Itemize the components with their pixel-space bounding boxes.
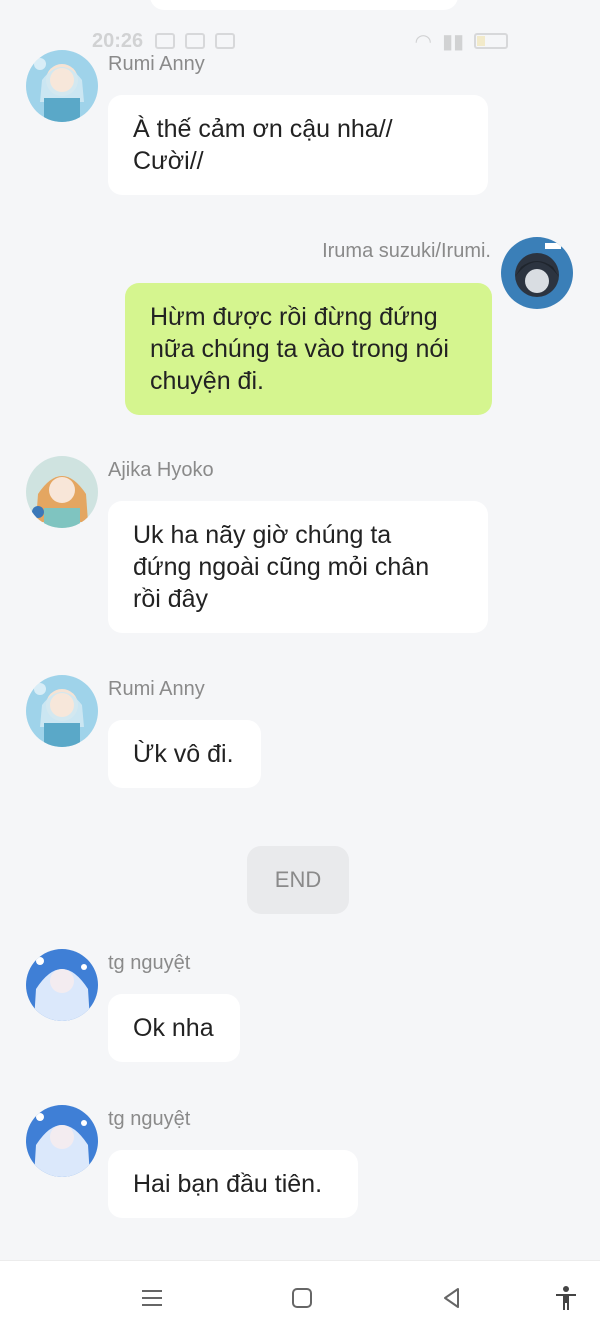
home-button[interactable]: [285, 1281, 319, 1315]
partial-bubble-top: [150, 0, 458, 10]
avatar[interactable]: [26, 1105, 98, 1177]
message-bubble[interactable]: Uk ha nãy giờ chúng ta đứng ngoài cũng m…: [108, 501, 488, 633]
message-bubble[interactable]: À thế cảm ơn cậu nha// Cười//: [108, 95, 488, 195]
message-line: chuyện đi.: [150, 367, 264, 395]
message-line: À thế cảm ơn cậu nha//: [133, 115, 393, 143]
chat-screen: 20:26 ◠ ▮▮ Rumi Anny À thế cảm ơn cậu nh…: [0, 0, 600, 1333]
signal-icon: ▮▮: [441, 30, 464, 53]
notification-icon: [215, 33, 236, 49]
sender-name: Rumi Anny: [108, 678, 205, 700]
back-button[interactable]: [435, 1281, 469, 1315]
message-line: Ok nha: [133, 1014, 214, 1042]
wifi-icon: ◠: [414, 30, 432, 53]
notification-icon: [155, 33, 176, 49]
message-line: Hừm được rồi đừng đứng: [150, 303, 438, 331]
message-line: nữa chúng ta vào trong nói: [150, 335, 449, 363]
avatar-rumi-icon: [26, 50, 98, 122]
accessibility-button[interactable]: [549, 1281, 583, 1315]
message-bubble-own[interactable]: Hừm được rồi đừng đứng nữa chúng ta vào …: [125, 283, 492, 415]
status-right: ◠ ▮▮: [415, 29, 508, 54]
message-bubble[interactable]: Ừk vô đi.: [108, 720, 261, 788]
notification-icon: [185, 33, 206, 49]
avatar-iruma-icon: [501, 237, 573, 309]
avatar-rumi-icon: [26, 675, 98, 747]
message-line: Cười//: [133, 147, 204, 175]
avatar[interactable]: [501, 237, 573, 309]
avatar-tg-nguyet-icon: [26, 1105, 98, 1177]
battery-icon: [474, 33, 508, 49]
back-triangle-icon: [444, 1288, 459, 1308]
avatar[interactable]: [26, 456, 98, 528]
message-line: Ừk vô đi.: [133, 740, 234, 768]
avatar[interactable]: [26, 675, 98, 747]
system-nav-bar: [0, 1260, 600, 1333]
status-bar: 20:26 ◠ ▮▮: [0, 24, 600, 58]
message-line: Hai bạn đầu tiên.: [133, 1170, 323, 1198]
avatar[interactable]: [26, 949, 98, 1021]
accessibility-icon: [556, 1286, 576, 1310]
sender-name: Iruma suzuki/Irumi.: [322, 240, 491, 262]
message-line: đứng ngoài cũng mỏi chân: [133, 553, 430, 581]
sender-name: Ajika Hyoko: [108, 459, 214, 481]
avatar-ajika-icon: [26, 456, 98, 528]
sender-name: tg nguyệt: [108, 1108, 191, 1130]
status-time: 20:26: [92, 29, 144, 52]
message-line: Uk ha nãy giờ chúng ta: [133, 521, 392, 549]
message-bubble[interactable]: Hai bạn đầu tiên.: [108, 1150, 358, 1218]
end-divider: END: [247, 846, 349, 914]
sender-name: tg nguyệt: [108, 952, 191, 974]
home-square-icon: [292, 1288, 312, 1308]
avatar[interactable]: [26, 50, 98, 122]
menu-icon: [142, 1290, 162, 1306]
avatar-tg-nguyet-icon: [26, 949, 98, 1021]
message-line: rồi đây: [133, 585, 209, 613]
message-bubble[interactable]: Ok nha: [108, 994, 240, 1062]
menu-button[interactable]: [135, 1281, 169, 1315]
